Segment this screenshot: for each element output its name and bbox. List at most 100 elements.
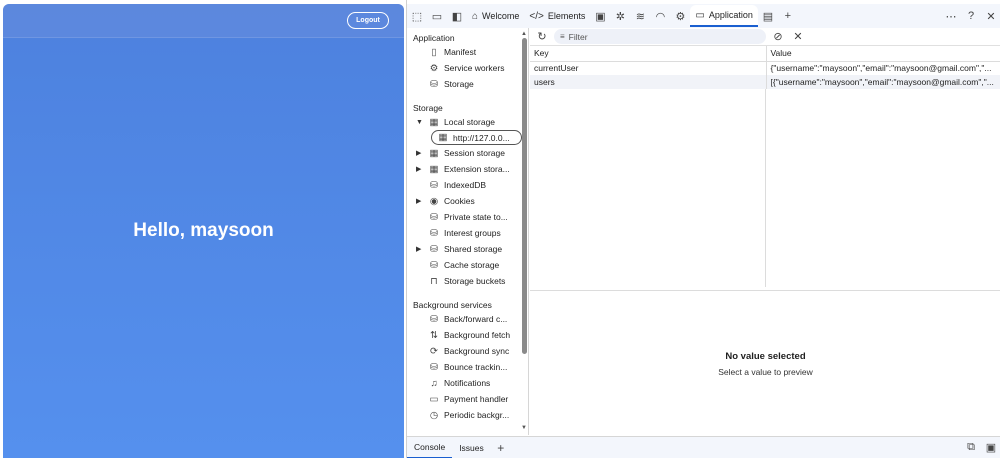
sidebar-item-indexeddb[interactable]: ⛁ IndexedDB (407, 177, 528, 193)
up-down-arrows-icon: ⇅ (430, 329, 438, 341)
sidebar-item-shared-storage[interactable]: ▶ ⛁ Shared storage (407, 241, 528, 257)
sidebar-item-background-sync[interactable]: ⟳ Background sync (407, 343, 528, 359)
grid-icon: ▦ (429, 116, 439, 128)
sidebar-item-storage[interactable]: ⛁ Storage (407, 76, 528, 92)
table-row[interactable]: users [{"username":"maysoon","email":"ma… (530, 75, 1000, 89)
sidebar-item-label: IndexedDB (444, 180, 487, 190)
table-row[interactable]: currentUser {"username":"maysoon","email… (530, 61, 1000, 75)
undock-drawer-icon[interactable]: ⧉ (961, 438, 981, 458)
filter-input[interactable] (568, 31, 749, 42)
value-cell[interactable]: [{"username":"maysoon","email":"maysoon@… (766, 75, 1000, 89)
console-error-icon[interactable]: ▣ (590, 6, 610, 26)
sidebar-item-periodic-background-sync[interactable]: ◷ Periodic backgr... (407, 407, 528, 423)
sidebar-item-notifications[interactable]: ♫ Notifications (407, 375, 528, 391)
sidebar-item-cookies[interactable]: ▶ ◉ Cookies (407, 193, 528, 209)
application-icon: ▭ (695, 9, 705, 21)
scroll-up-icon[interactable]: ▲ (521, 31, 527, 37)
sidebar-item-label: Background fetch (444, 330, 511, 340)
sidebar-item-private-state-tokens[interactable]: ⛁ Private state to... (407, 209, 528, 225)
database-icon: ⛁ (430, 243, 438, 255)
collapsed-arrow-icon[interactable]: ▶ (416, 245, 421, 253)
column-header-key[interactable]: Key (530, 46, 767, 62)
section-storage-title: Storage (413, 103, 443, 113)
database-icon: ⛁ (430, 361, 438, 373)
storage-main-pane: ↻ ≡ ⊘ ✕ Key Value current (530, 28, 1000, 435)
sidebar-item-storage-buckets[interactable]: ⊓ Storage buckets (407, 273, 528, 289)
expanded-arrow-icon[interactable]: ▼ (416, 119, 423, 126)
tab-elements[interactable]: </> Elements (524, 5, 590, 27)
sidebar-item-payment-handler[interactable]: ▭ Payment handler (407, 391, 528, 407)
more-options-icon[interactable]: ⋯ (941, 6, 961, 26)
column-header-value[interactable]: Value (766, 46, 1000, 62)
sidebar-item-bounce-tracking[interactable]: ⛁ Bounce trackin... (407, 359, 528, 375)
app-page: Logout Hello, maysoon (3, 4, 404, 458)
add-drawer-tab-icon[interactable]: + (491, 438, 511, 458)
key-cell[interactable]: users (530, 75, 767, 89)
device-toolbar-icon[interactable]: ▭ (427, 6, 447, 26)
document-icon: ▯ (431, 46, 437, 58)
grid-icon: ▦ (429, 147, 439, 159)
close-icon[interactable]: ✕ (981, 6, 1000, 26)
sidebar-item-label: Interest groups (444, 228, 501, 238)
help-icon[interactable]: ? (961, 6, 981, 26)
sidebar-item-label: Payment handler (444, 394, 509, 404)
sidebar-item-label: Cache storage (444, 260, 500, 270)
tab-welcome[interactable]: ⌂ Welcome (467, 5, 524, 27)
sidebar-item-manifest[interactable]: ▯ Manifest (407, 44, 528, 60)
filter-box[interactable]: ≡ (554, 29, 766, 44)
storage-table: Key Value currentUser {"username":"mayso… (530, 46, 1000, 89)
database-icon: ⛁ (430, 211, 438, 223)
section-application-title: Application (413, 33, 455, 43)
dock-side-icon[interactable]: ◧ (447, 6, 467, 26)
devtools-panel: ⬚ ▭ ◧ ⌂ Welcome </> Elements ▣ ✲ ≋ ◠ ⚙ ▭… (406, 0, 1000, 458)
refresh-icon[interactable]: ↻ (534, 29, 550, 45)
add-tab-icon[interactable]: + (778, 6, 798, 26)
logout-button[interactable]: Logout (347, 12, 389, 29)
grid-icon: ▦ (429, 163, 439, 175)
clear-all-icon[interactable]: ⊘ (770, 29, 786, 45)
preview-subtitle: Select a value to preview (718, 367, 813, 377)
sidebar-item-label: Service workers (444, 63, 505, 73)
tab-issues[interactable]: Issues (452, 437, 491, 458)
table-empty-area (530, 89, 766, 287)
collapsed-arrow-icon[interactable]: ▶ (416, 149, 421, 157)
sidebar-item-label: Cookies (444, 196, 475, 206)
sidebar-item-local-origin[interactable]: ▦ http://127.0.0... (431, 130, 522, 145)
storage-toolbar: ↻ ≡ ⊘ ✕ (530, 28, 1000, 46)
bug-icon[interactable]: ✲ (610, 6, 630, 26)
network-icon[interactable]: ≋ (630, 6, 650, 26)
collapsed-arrow-icon[interactable]: ▶ (416, 165, 421, 173)
tab-console[interactable]: Console (407, 437, 453, 458)
scroll-down-icon[interactable]: ▼ (521, 425, 527, 431)
value-cell[interactable]: {"username":"maysoon","email":"maysoon@g… (766, 61, 1000, 75)
bucket-icon: ⊓ (430, 275, 438, 287)
filter-icon: ≡ (560, 32, 565, 41)
sidebar-item-background-fetch[interactable]: ⇅ Background fetch (407, 327, 528, 343)
toggle-drawer-icon[interactable]: ▣ (981, 438, 1000, 458)
cookie-icon: ◉ (429, 195, 439, 207)
sidebar-item-local-storage[interactable]: ▼ ▦ Local storage (407, 114, 528, 130)
tab-application[interactable]: ▭ Application (690, 5, 758, 27)
sidebar-item-back-forward-cache[interactable]: ⛁ Back/forward c... (407, 311, 528, 327)
sidebar-item-cache-storage[interactable]: ⛁ Cache storage (407, 257, 528, 273)
delete-selected-icon[interactable]: ✕ (790, 29, 806, 45)
sidebar-item-label: Storage (444, 79, 474, 89)
sidebar-item-label: http://127.0.0... (453, 132, 510, 143)
sidebar-item-label: Shared storage (444, 244, 503, 254)
database-icon: ⛁ (430, 259, 438, 271)
key-cell[interactable]: currentUser (530, 61, 767, 75)
sync-icon: ⟳ (430, 345, 438, 357)
settings-gear-icon[interactable]: ⚙ (670, 6, 690, 26)
sidebar-item-interest-groups[interactable]: ⛁ Interest groups (407, 225, 528, 241)
card-icon: ▭ (429, 393, 439, 405)
sidebar-item-service-workers[interactable]: ⚙ Service workers (407, 60, 528, 76)
sidebar-item-extension-storage[interactable]: ▶ ▦ Extension stora... (407, 161, 528, 177)
bell-icon: ♫ (430, 377, 438, 389)
memory-icon[interactable]: ▤ (758, 6, 778, 26)
performance-icon[interactable]: ◠ (650, 6, 670, 26)
database-icon: ⛁ (430, 78, 438, 90)
inspect-element-icon[interactable]: ⬚ (407, 6, 427, 26)
sidebar-item-session-storage[interactable]: ▶ ▦ Session storage (407, 145, 528, 161)
tab-welcome-label: Welcome (482, 11, 520, 21)
collapsed-arrow-icon[interactable]: ▶ (416, 197, 421, 205)
